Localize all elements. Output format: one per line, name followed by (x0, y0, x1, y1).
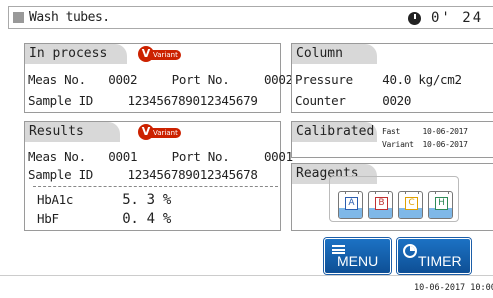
bottle-label: H (435, 197, 448, 210)
in-process-title: In process (29, 46, 108, 61)
time-remaining: 0' 24 (431, 10, 484, 26)
column-tab: Column (292, 44, 377, 64)
port-no-value: 0002 (263, 72, 293, 87)
reagents-panel: Reagents A B C H (291, 163, 493, 231)
bottle-label: A (345, 197, 358, 210)
calibrated-fast-row: Fast 10-06-2017 (382, 127, 468, 136)
port-no-label: Port No. (171, 149, 230, 164)
menu-label: MENU (337, 253, 379, 269)
calibrated-title: Calibrated (296, 124, 375, 139)
result-value: 5. 3 % (122, 192, 172, 208)
variant-badge: V Variant (138, 124, 181, 140)
timer-button[interactable]: TIMER (397, 238, 471, 274)
in-process-tab: In process (25, 44, 127, 64)
results-divider (33, 186, 278, 187)
reagent-bottle-a: A (338, 191, 363, 219)
status-message: Wash tubes. (29, 10, 110, 25)
column-panel: Column Pressure 40.0 kg/cm2 Counter 0020 (291, 43, 493, 113)
meas-no-label: Meas No. (28, 149, 86, 164)
bottle-neck (405, 192, 419, 194)
meas-no-label: Meas No. (28, 72, 86, 87)
pressure-value: 40.0 kg/cm2 (382, 72, 462, 87)
results-title: Results (29, 124, 84, 139)
calibrated-variant-row: Variant 10-06-2017 (382, 140, 468, 149)
variant-date: 10-06-2017 (422, 140, 468, 149)
counter-label: Counter (295, 93, 346, 108)
meas-no-value: 0001 (108, 149, 138, 164)
calibrated-tab: Calibrated (292, 122, 377, 142)
calibrated-panel: Calibrated Fast 10-06-2017 Variant 10-06… (291, 121, 493, 158)
timer-dial-icon (403, 244, 417, 258)
column-title: Column (296, 46, 343, 61)
counter-row: Counter 0020 (295, 93, 411, 108)
timer-label: TIMER (418, 253, 462, 269)
sample-id-value: 123456789012345678 (127, 167, 258, 182)
menu-button[interactable]: MENU (324, 238, 391, 274)
variant-badge-text: Variant (150, 50, 181, 60)
in-process-panel: In process V Variant Meas No. 0002 Port … (24, 43, 293, 113)
variant-label: Variant (382, 140, 414, 149)
analyzer-screen: Wash tubes. 0' 24 In process V Variant M… (0, 0, 493, 298)
counter-value: 0020 (382, 93, 412, 108)
reagent-bottle-h: H (428, 191, 453, 219)
results-sample-row: Sample ID 123456789012345678 (28, 167, 258, 182)
results-meas-row: Meas No. 0001 Port No. 0001 (28, 149, 293, 164)
result-value: 0. 4 % (122, 211, 172, 227)
reagent-bottle-c: C (398, 191, 423, 219)
reagent-bottle-b: B (368, 191, 393, 219)
fast-label: Fast (382, 127, 401, 136)
port-no-label: Port No. (171, 72, 230, 87)
results-panel: Results V Variant Meas No. 0001 Port No.… (24, 121, 293, 231)
bottle-neck (345, 192, 359, 194)
pressure-row: Pressure 40.0 kg/cm2 (295, 72, 462, 87)
meas-no-value: 0002 (108, 72, 138, 87)
result-row: HbA1c 5. 3 % (37, 192, 171, 208)
variant-badge-text: Variant (150, 128, 181, 138)
result-row: HbF 0. 4 % (37, 211, 171, 227)
fast-date: 10-06-2017 (422, 127, 468, 136)
sample-id-value: 123456789012345679 (127, 93, 258, 108)
in-process-sample-row: Sample ID 123456789012345679 (28, 93, 258, 108)
reagent-bottles[interactable]: A B C H (329, 176, 459, 222)
footer-datetime: 10-06-2017 10:00 (414, 283, 493, 293)
port-no-value: 0001 (263, 149, 293, 164)
bottle-label: C (405, 197, 418, 210)
bottle-neck (375, 192, 389, 194)
sample-id-label: Sample ID (28, 167, 94, 182)
in-process-meas-row: Meas No. 0002 Port No. 0002 (28, 72, 293, 87)
bottom-divider (0, 275, 493, 276)
bottle-label: B (375, 197, 388, 210)
results-tab: Results (25, 122, 120, 142)
message-square-icon (13, 12, 24, 23)
bottle-neck (435, 192, 449, 194)
pressure-label: Pressure (295, 72, 353, 87)
variant-badge: V Variant (138, 46, 181, 62)
clock-icon (408, 12, 421, 25)
result-name: HbF (37, 211, 59, 226)
status-bar: Wash tubes. 0' 24 (8, 6, 493, 29)
sample-id-label: Sample ID (28, 93, 94, 108)
result-name: HbA1c (37, 192, 74, 207)
